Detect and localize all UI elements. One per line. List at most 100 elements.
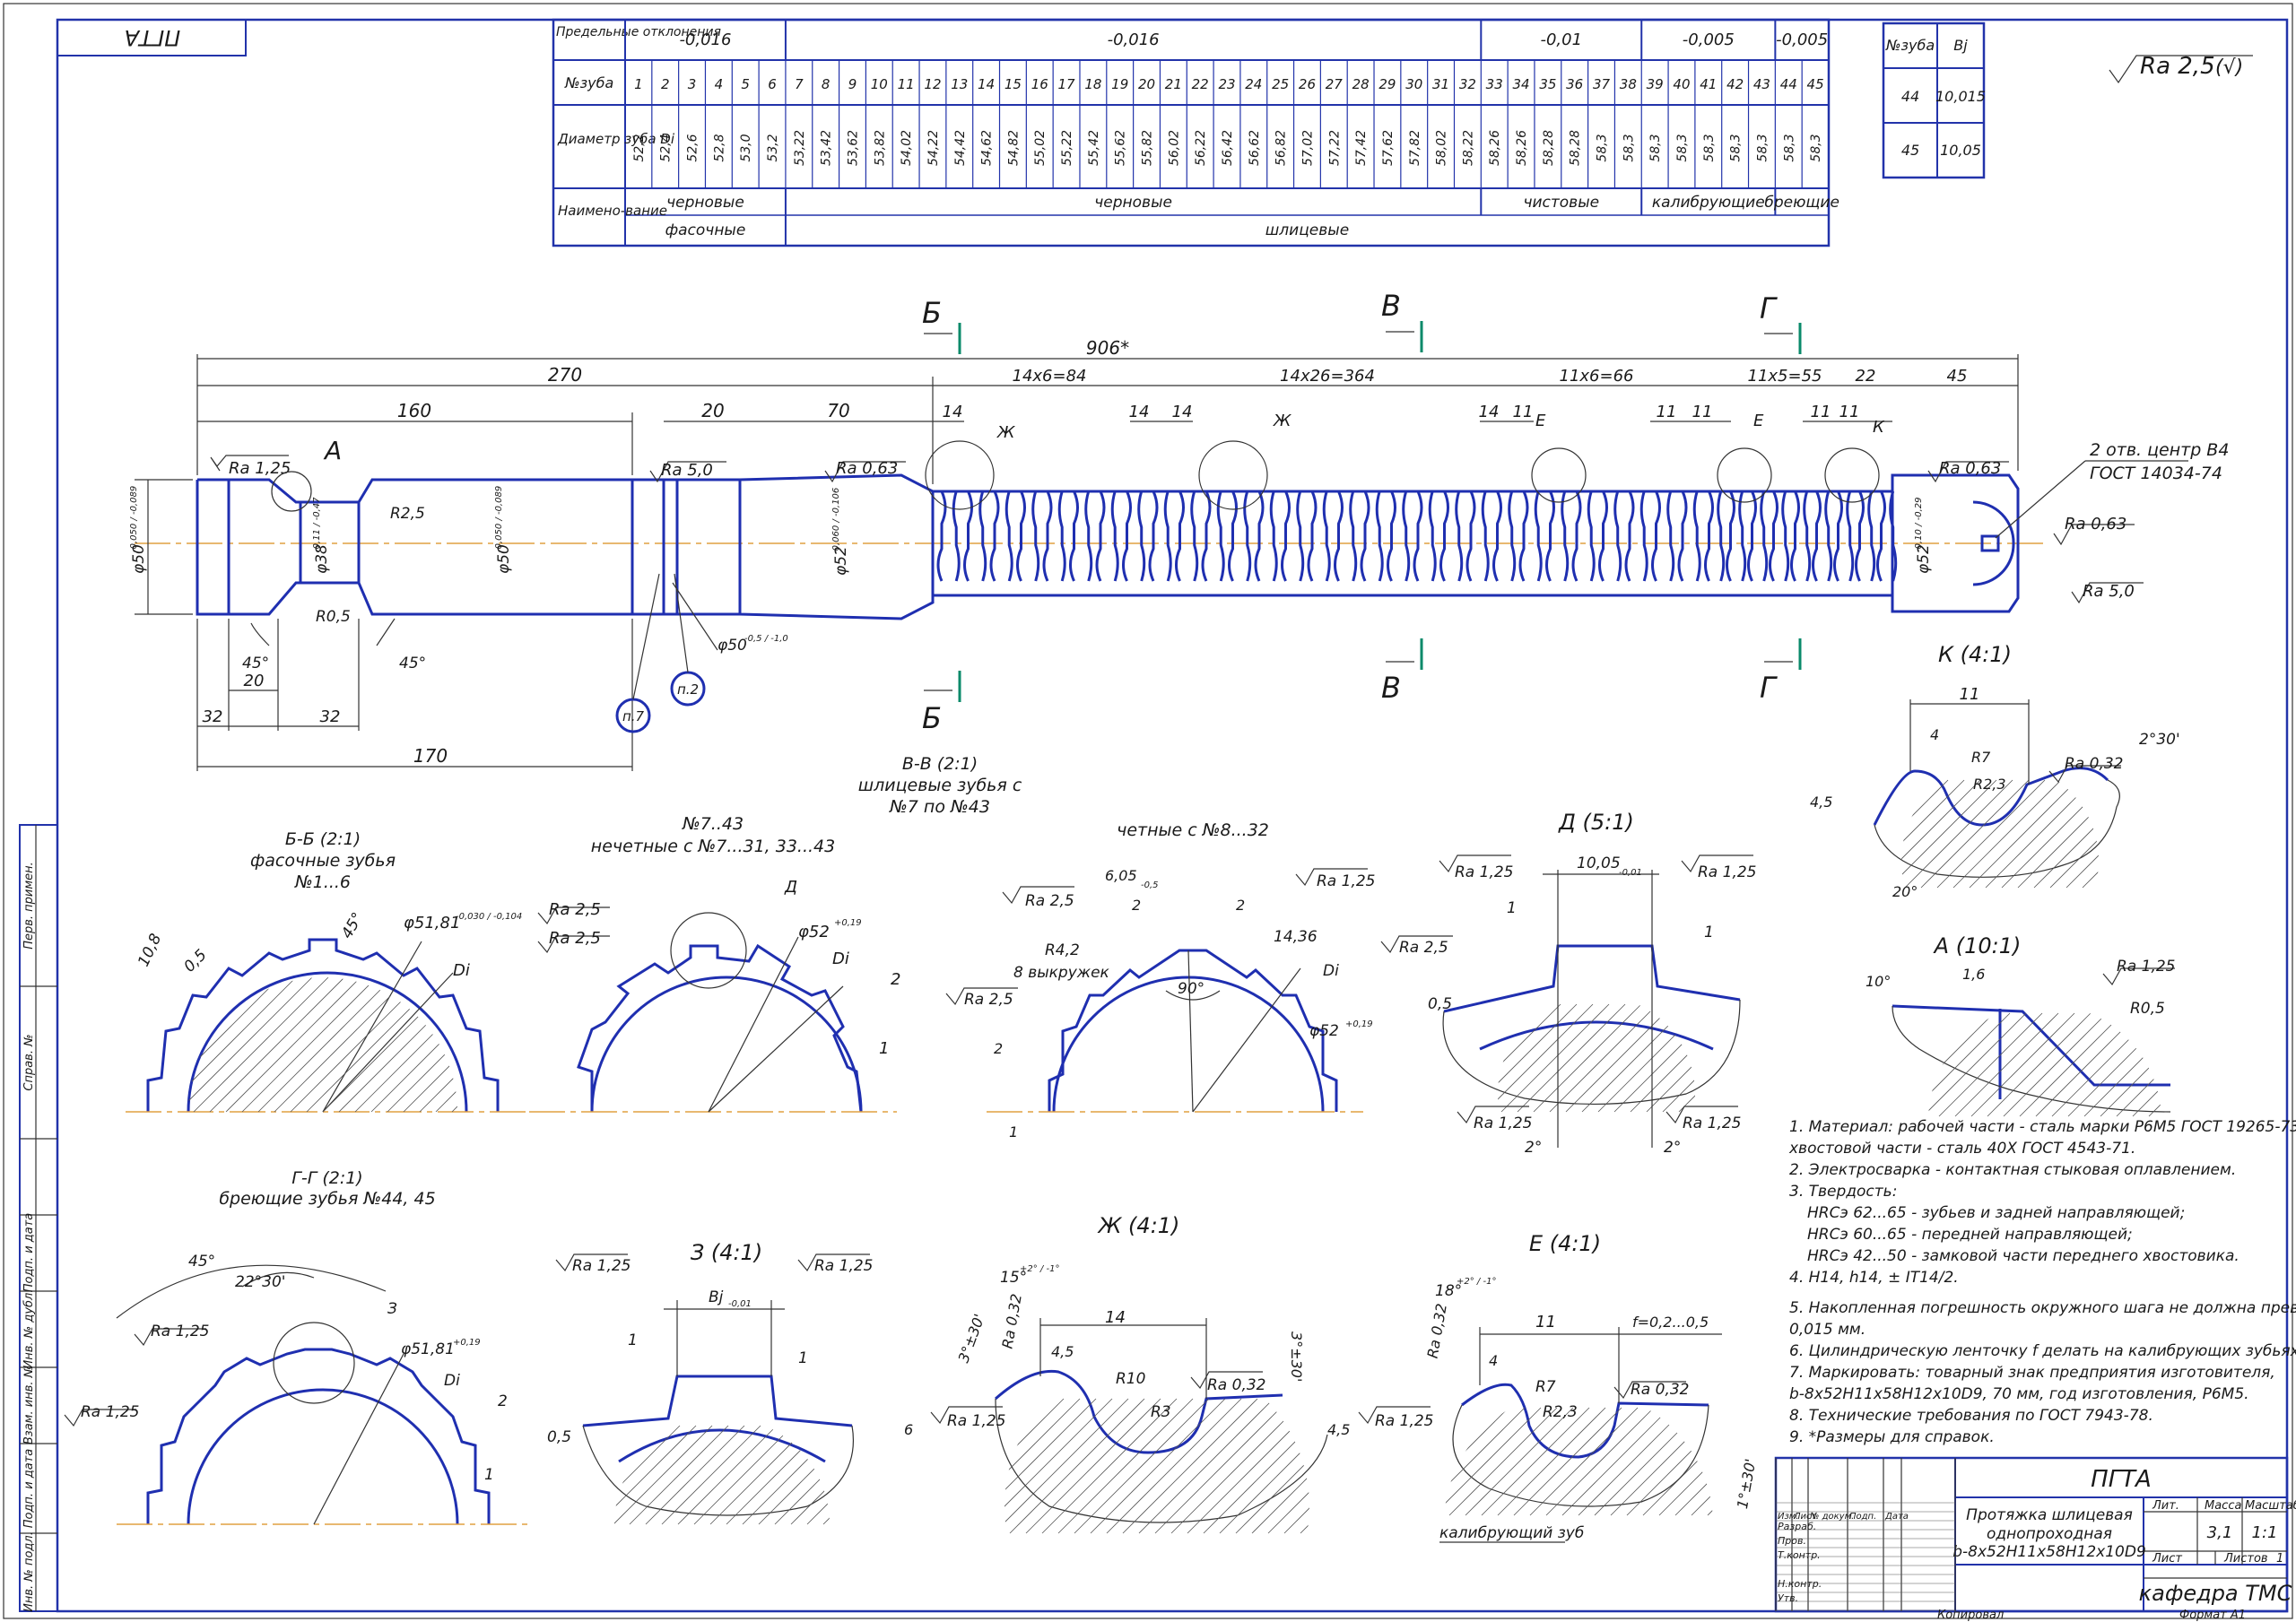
svg-text:В: В xyxy=(1381,671,1401,705)
svg-text:Лист: Лист xyxy=(2152,1552,2182,1566)
broach-tooth xyxy=(1307,490,1331,582)
tooth-number: 42 xyxy=(1726,76,1744,92)
tooth-diameter: 57,22 xyxy=(1327,130,1342,166)
tooth-number: 35 xyxy=(1539,76,1556,92)
svg-text:R2,3: R2,3 xyxy=(1973,776,2006,793)
tooth-diameter: 57,62 xyxy=(1381,130,1396,166)
broach-tooth xyxy=(1175,490,1199,582)
svg-text:Ra 1,25: Ra 1,25 xyxy=(2117,958,2176,976)
tb-role: Т.контр. xyxy=(1778,1549,1821,1561)
svg-text:8 выкружек: 8 выкружек xyxy=(1013,964,1110,982)
svg-text:Ra 1,25: Ra 1,25 xyxy=(1683,1115,1742,1132)
svg-text:4,5: 4,5 xyxy=(1810,794,1832,811)
broach-tooth xyxy=(1598,490,1622,582)
strip-label: Подп. и дата xyxy=(22,1449,36,1529)
tooth-number: 2 xyxy=(661,76,670,92)
svg-text:1: 1 xyxy=(1009,1123,1018,1141)
dim-11x5: 11x5=55 xyxy=(1748,367,1822,386)
svg-text:-0,5: -0,5 xyxy=(1141,880,1159,890)
broach-tooth xyxy=(1016,490,1040,582)
tooth-number: 21 xyxy=(1165,76,1182,92)
broach-tooth xyxy=(1228,490,1252,582)
view-title: Д (5:1) xyxy=(1558,810,1634,835)
broach-tooth xyxy=(1439,490,1464,582)
svg-text:Ra 0,32: Ra 0,32 xyxy=(1631,1381,1690,1399)
broach-tooth xyxy=(1413,490,1437,582)
svg-text:Di: Di xyxy=(1323,962,1339,980)
bj-cell: 45 xyxy=(1901,142,1919,159)
svg-text:Bj: Bj xyxy=(709,1288,724,1306)
svg-text:3°±30': 3°±30' xyxy=(1288,1331,1305,1382)
svg-text:φ52: φ52 xyxy=(798,923,830,941)
bj-header: №зуба xyxy=(1885,37,1935,54)
view-e: Е (4:1) 18° +2° / -1° Ra 0,32 11 f=0,2..… xyxy=(1327,1231,1759,1543)
broach-tooth xyxy=(1677,490,1701,582)
view-title: К (4:1) xyxy=(1938,642,2012,667)
dim-11: 11 xyxy=(1692,403,1713,421)
tooth-number: 15 xyxy=(1004,76,1022,92)
dim-14: 14 xyxy=(943,403,963,421)
note-line: 5. Накопленная погрешность окружного шаг… xyxy=(1789,1299,2296,1317)
tooth-number: 40 xyxy=(1673,76,1690,92)
svg-text:Di: Di xyxy=(444,1372,460,1390)
tb-org: ПГТА xyxy=(2091,1466,2152,1493)
tooth-number: 43 xyxy=(1753,76,1770,92)
broach-tooth xyxy=(963,490,987,582)
centers-note: ГОСТ 14034-74 xyxy=(2090,464,2222,483)
svg-text:1°±30': 1°±30' xyxy=(1734,1457,1759,1510)
row-label-name: Наимено-вание xyxy=(558,203,667,219)
bj-header: Bj xyxy=(1953,37,1968,54)
svg-text:п.2: п.2 xyxy=(677,681,699,698)
table-group-label: -0,005 xyxy=(1776,30,1828,49)
tooth-number: 1 xyxy=(634,76,643,92)
tooth-number: 28 xyxy=(1352,76,1370,92)
svg-text:2: 2 xyxy=(891,970,900,989)
svg-text:Ra 0,32: Ra 0,32 xyxy=(998,1293,1024,1350)
drawing-sheet: ПГТА Перв. примен. Справ. № Подп. и дата… xyxy=(3,3,2296,1622)
svg-text:Ra 2,5: Ra 2,5 xyxy=(964,991,1013,1009)
r05-label: R0,5 xyxy=(316,608,351,626)
tooth-number: 20 xyxy=(1138,76,1155,92)
tooth-diameter: 56,22 xyxy=(1194,130,1208,166)
svg-text:6,05: 6,05 xyxy=(1105,867,1137,884)
tooth-diameter: 52,8 xyxy=(712,134,726,161)
row-label-diameter: Диаметр зуба Di xyxy=(557,131,675,147)
svg-text:4,5: 4,5 xyxy=(1051,1343,1074,1360)
svg-text:-0,01: -0,01 xyxy=(728,1299,752,1309)
svg-text:Ra 1,25: Ra 1,25 xyxy=(1375,1412,1434,1430)
svg-text:2°: 2° xyxy=(1525,1139,1542,1157)
svg-text:Лит.: Лит. xyxy=(2152,1499,2179,1513)
tooth-diameter: 54,82 xyxy=(1006,130,1021,166)
view-zh: Ж (4:1) 15° +2° / -1° 3°±30' 3°±30' Ra 0… xyxy=(904,1213,1328,1534)
svg-text:φ51,81: φ51,81 xyxy=(401,1340,455,1358)
tb-role: Утв. xyxy=(1778,1592,1798,1604)
view-title: Е (4:1) xyxy=(1529,1231,1601,1256)
svg-text:2: 2 xyxy=(1132,897,1141,914)
svg-text:2: 2 xyxy=(994,1040,1003,1057)
tooth-number: 30 xyxy=(1405,76,1422,92)
note-line: b-8x52H11x58H12x10D9, 70 мм, год изготов… xyxy=(1789,1385,2249,1403)
svg-text:R7: R7 xyxy=(1971,749,1991,766)
roughness-ra125: Ra 1,25 xyxy=(210,455,291,478)
dim-170: 170 xyxy=(413,745,448,767)
note-line: 2. Электросварка - контактная стыковая о… xyxy=(1789,1161,2236,1179)
svg-text:φ52: φ52 xyxy=(1309,1022,1339,1040)
svg-text:4: 4 xyxy=(1930,726,1939,743)
tooth-number: 32 xyxy=(1459,76,1476,92)
tooth-number: 24 xyxy=(1245,76,1262,92)
svg-text:1: 1 xyxy=(484,1466,494,1484)
tooth-number: 22 xyxy=(1192,76,1209,92)
tooth-diameter: 58,28 xyxy=(1542,130,1556,166)
broach-tooth xyxy=(936,490,961,582)
dim-14: 14 xyxy=(1172,403,1193,421)
svg-text:+0,19: +0,19 xyxy=(453,1338,481,1348)
svg-text:Е: Е xyxy=(1535,412,1546,430)
dim-14x6: 14x6=84 xyxy=(1013,367,1087,386)
strip-label: Перв. примен. xyxy=(22,862,36,950)
svg-text:Di: Di xyxy=(453,961,470,980)
tooth-diameter: 55,82 xyxy=(1141,130,1155,166)
broach-tooth xyxy=(1042,490,1066,582)
note-line: HRCэ 62...65 - зубьев и задней направляю… xyxy=(1807,1204,2185,1222)
svg-text:Масса: Масса xyxy=(2205,1499,2241,1513)
svg-text:6: 6 xyxy=(904,1421,913,1438)
